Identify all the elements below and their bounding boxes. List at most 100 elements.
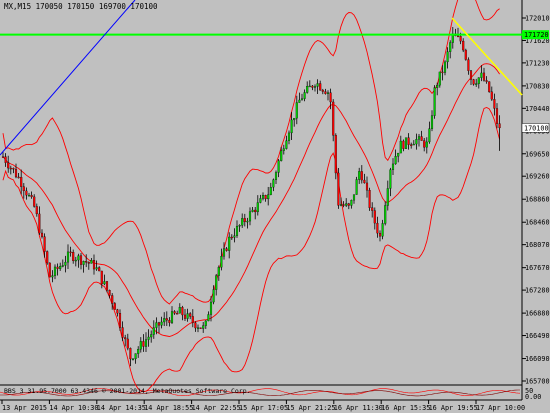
candle-body	[35, 206, 38, 215]
candle-body	[345, 203, 348, 206]
candle-body	[7, 162, 10, 169]
candle-body	[9, 167, 12, 170]
candle-body	[261, 195, 265, 199]
candle-body	[446, 51, 449, 63]
candle-body	[204, 320, 207, 326]
candle-body	[443, 61, 447, 73]
candle-body	[407, 137, 410, 145]
candle-body	[186, 313, 189, 319]
candle-body	[436, 84, 439, 88]
candle-body	[456, 35, 460, 38]
candle-body	[337, 172, 340, 206]
price-tick-label: 167280	[525, 287, 550, 295]
candle-body	[4, 156, 7, 163]
candle-body	[48, 262, 51, 278]
candle-body	[425, 141, 428, 148]
candle-body	[391, 163, 395, 170]
candle-body	[1, 156, 5, 158]
candle-body	[430, 115, 434, 129]
candle-body	[347, 203, 350, 206]
candle-body	[25, 190, 28, 196]
current-price-label: 170100	[524, 124, 549, 132]
plot-area	[0, 0, 522, 385]
candle-body	[90, 260, 93, 264]
candle-body	[217, 267, 220, 276]
candle-body	[389, 169, 392, 189]
candle-body	[415, 139, 418, 145]
candle-body	[441, 71, 444, 74]
candle-body	[477, 77, 480, 84]
indicator-tick-label: 0.00	[525, 393, 541, 401]
candle-body	[475, 83, 478, 85]
candle-body	[209, 301, 213, 315]
candle-body	[498, 123, 501, 129]
candle-body	[43, 236, 46, 252]
candle-body	[100, 270, 103, 285]
candle-body	[246, 220, 249, 223]
candle-body	[313, 86, 317, 88]
candle-body	[254, 209, 257, 213]
candle-body	[399, 140, 402, 154]
candle-body	[267, 194, 270, 200]
candle-body	[449, 42, 452, 52]
price-tick-label: 170830	[525, 82, 550, 90]
time-tick-label: 16 Apr 11:30	[334, 404, 383, 412]
candle-body	[69, 251, 72, 254]
candle-body	[165, 318, 168, 321]
candle-body	[126, 338, 129, 349]
candle-body	[402, 140, 405, 149]
candle-body	[113, 303, 116, 310]
candle-body	[238, 225, 241, 227]
candle-body	[222, 248, 226, 257]
time-tick-label: 14 Apr 18:55	[144, 404, 193, 412]
candle-body	[269, 187, 272, 195]
candle-body	[241, 218, 244, 226]
candle-body	[280, 150, 283, 161]
time-tick-label: 14 Apr 22:55	[192, 404, 241, 412]
candle-body	[368, 190, 371, 208]
candle-body	[485, 80, 488, 82]
time-tick-label: 15 Apr 17:05	[239, 404, 288, 412]
candle-body	[61, 265, 64, 267]
candle-body	[137, 349, 140, 354]
candle-body	[170, 311, 174, 323]
price-chart[interactable]: 500.00 172010171620171230170830170440170…	[0, 0, 550, 413]
candle-body	[248, 211, 252, 222]
time-tick-label: 17 Apr 10:00	[476, 404, 525, 412]
candle-body	[488, 81, 491, 92]
candle-body	[394, 156, 397, 165]
candle-body	[495, 108, 499, 124]
price-tick-label: 166880	[525, 310, 550, 318]
price-tick-label: 168460	[525, 219, 550, 227]
candle-body	[277, 160, 280, 173]
candle-body	[56, 266, 59, 269]
candle-body	[306, 86, 309, 93]
candle-body	[329, 92, 332, 103]
candle-body	[118, 313, 122, 328]
candle-body	[295, 102, 298, 119]
candle-body	[438, 71, 441, 86]
candle-body	[423, 140, 426, 148]
price-tick-label: 167670	[525, 264, 550, 272]
price-tick-label: 165700	[525, 378, 550, 386]
candle-body	[183, 314, 187, 319]
candle-body	[176, 313, 179, 315]
candle-body	[103, 281, 106, 285]
candle-body	[378, 232, 382, 237]
time-tick-label: 16 Apr 19:55	[429, 404, 478, 412]
candle-body	[428, 128, 431, 143]
candle-body	[33, 196, 36, 207]
candle-body	[469, 70, 473, 80]
candle-body	[490, 91, 493, 100]
candle-body	[230, 236, 233, 239]
chart-window[interactable]: 500.00 172010171620171230170830170440170…	[0, 0, 550, 413]
price-tick-label: 172010	[525, 15, 550, 23]
candle-body	[371, 207, 374, 211]
candle-body	[459, 36, 462, 42]
candle-body	[51, 275, 54, 278]
candle-body	[386, 188, 389, 206]
candle-body	[251, 209, 254, 212]
candle-body	[332, 101, 335, 136]
candle-body	[303, 92, 306, 99]
candle-body	[79, 255, 83, 265]
